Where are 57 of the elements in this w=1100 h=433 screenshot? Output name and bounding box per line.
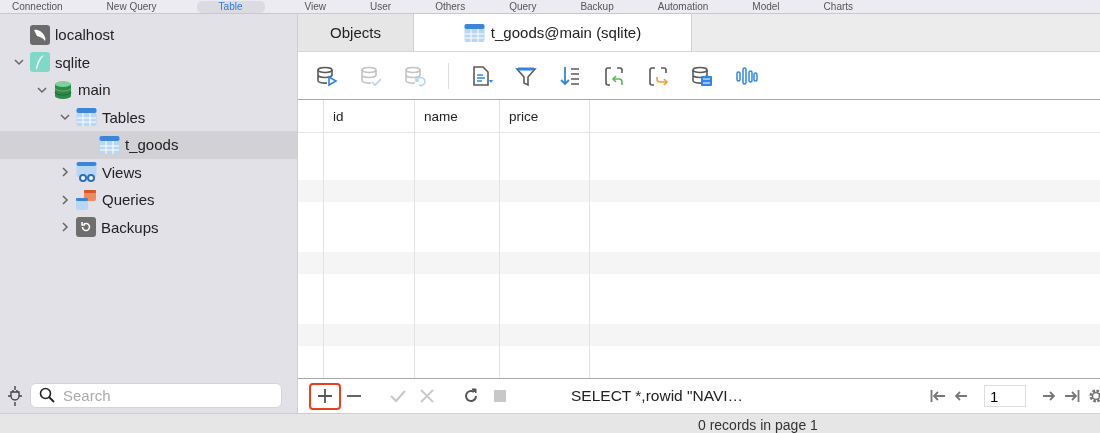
column-header[interactable]: id: [324, 100, 414, 132]
chevron-down-icon[interactable]: [60, 112, 70, 123]
sql-preview: SELECT *,rowid "NAVI…: [571, 387, 744, 405]
export-icon[interactable]: [647, 64, 670, 87]
database-grid-icon[interactable]: [691, 64, 714, 87]
chevron-right-icon[interactable]: [60, 194, 70, 205]
last-page-icon[interactable]: [1064, 389, 1080, 403]
plug-icon[interactable]: [8, 385, 22, 406]
queries-icon: [76, 189, 97, 210]
toolbar-tab[interactable]: View: [300, 0, 330, 13]
status-text: 0 records in page 1: [698, 416, 818, 433]
sort-icon[interactable]: [559, 64, 582, 87]
document-icon[interactable]: [471, 64, 494, 87]
chevron-down-icon[interactable]: [14, 57, 24, 68]
view-icon: [76, 162, 97, 183]
add-icon[interactable]: [309, 382, 341, 410]
tree-item[interactable]: main: [0, 76, 297, 104]
feather-icon: [30, 52, 50, 73]
database-play-icon[interactable]: [316, 64, 339, 87]
tree-item[interactable]: Tables: [0, 103, 297, 131]
toolbar-tab[interactable]: Automation: [653, 0, 713, 13]
tree-item[interactable]: Views: [0, 158, 297, 186]
settings-icon[interactable]: [1088, 388, 1100, 404]
chevron-down-icon[interactable]: [37, 84, 47, 95]
tab[interactable]: Objects: [298, 14, 414, 51]
import-icon[interactable]: [603, 64, 626, 87]
database-icon: [53, 79, 73, 100]
toolbar-tab[interactable]: Charts: [819, 0, 858, 13]
tree-item[interactable]: Queries: [0, 186, 297, 214]
previous-page-icon[interactable]: [954, 389, 968, 403]
column-header[interactable]: name: [415, 100, 499, 132]
table-icon: [463, 22, 485, 43]
table-icon: [99, 134, 120, 155]
bars-icon[interactable]: [735, 64, 758, 87]
search-field[interactable]: Search: [30, 383, 282, 408]
column-header[interactable]: price: [500, 100, 589, 132]
search-icon: [39, 387, 55, 403]
next-page-icon[interactable]: [1042, 389, 1056, 403]
page-field[interactable]: 1: [984, 385, 1026, 407]
tree-item[interactable]: localhost: [0, 21, 297, 49]
chevron-right-icon[interactable]: [60, 167, 70, 178]
tab[interactable]: t_goods@main (sqlite): [414, 14, 692, 51]
server-icon: [30, 24, 50, 45]
chevron-right-icon[interactable]: [60, 222, 70, 233]
toolbar-tab[interactable]: New Query: [102, 0, 161, 13]
toolbar-tab[interactable]: Connection: [8, 0, 67, 13]
toolbar-tab[interactable]: Model: [748, 0, 784, 13]
toolbar-tab[interactable]: Query: [505, 0, 541, 13]
table-icon: [76, 107, 97, 128]
tree-item[interactable]: sqlite: [0, 48, 297, 76]
tree-item[interactable]: t_goods: [0, 131, 297, 159]
first-page-icon[interactable]: [930, 389, 946, 403]
tree-item[interactable]: Backups: [0, 213, 297, 241]
backup-icon: [76, 217, 96, 238]
toolbar-tab[interactable]: User: [366, 0, 396, 13]
toolbar-tab[interactable]: Backup: [576, 0, 618, 13]
toolbar-tab[interactable]: Others: [431, 0, 470, 13]
